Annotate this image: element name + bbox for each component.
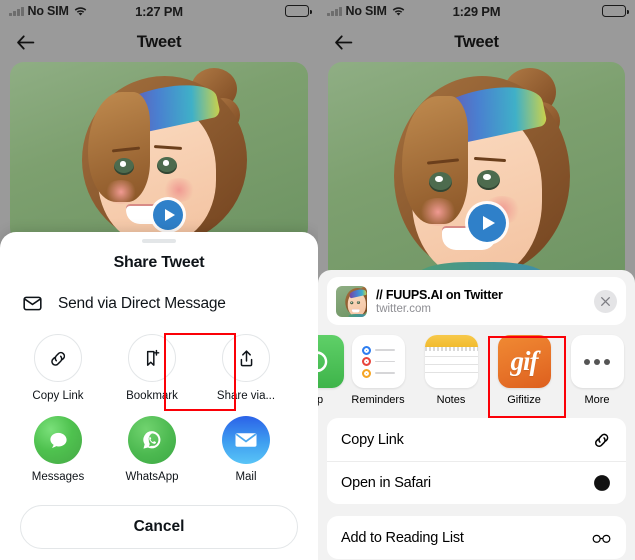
reminders-label: Reminders xyxy=(351,394,405,406)
status-bar-left: No SIM 1:27 PM xyxy=(0,0,318,22)
reminders-share-target[interactable]: Reminders xyxy=(347,335,409,406)
share-via-label: Share via... xyxy=(216,390,276,402)
whatsapp-app-icon xyxy=(128,416,176,464)
activity-list-secondary: Add to Reading List xyxy=(327,516,626,559)
whatsapp-label: pp xyxy=(318,394,324,406)
status-right-group xyxy=(285,5,312,17)
send-via-direct-message-row[interactable]: Send via Direct Message xyxy=(0,272,318,314)
tweet-thumbnail xyxy=(336,285,367,317)
mail-label: Mail xyxy=(235,471,257,483)
share-tweet-sheet: Share Tweet Send via Direct Message Copy… xyxy=(0,232,318,560)
media-container-left xyxy=(0,62,318,242)
status-clock: 1:29 PM xyxy=(452,3,501,19)
gifitize-glyph: gif xyxy=(510,346,539,376)
more-label: More xyxy=(584,394,610,406)
activity-list-primary: Copy Link Open in Safari xyxy=(327,418,626,504)
notes-label: Notes xyxy=(436,394,466,406)
link-icon xyxy=(591,429,612,450)
notes-app-icon xyxy=(424,335,478,388)
media-container-right xyxy=(318,62,635,290)
reminders-app-icon xyxy=(351,335,405,388)
copy-link-row[interactable]: Copy Link xyxy=(327,418,626,461)
bookmark-button[interactable]: Bookmark xyxy=(116,334,188,402)
nav-bar-left: Tweet xyxy=(0,22,318,62)
ios-app-row: pp Reminders xyxy=(318,325,635,406)
share-action-row: Copy Link Bookmark Share via... xyxy=(0,314,318,402)
open-in-safari-label: Open in Safari xyxy=(341,475,431,491)
glasses-icon xyxy=(591,527,612,548)
more-icon xyxy=(570,335,624,388)
link-text-block: // FUUPS.AI on Twitter twitter.com xyxy=(376,288,585,315)
sheet-title: Share Tweet xyxy=(113,254,205,271)
copy-link-label: Copy Link xyxy=(32,390,84,402)
messages-app-icon xyxy=(34,416,82,464)
share-app-row: Messages WhatsApp Mail xyxy=(0,402,318,483)
add-to-reading-list-label: Add to Reading List xyxy=(341,529,464,546)
screenshot-pair: No SIM 1:27 PM Tweet Share Tweet Send vi… xyxy=(0,0,635,560)
safari-icon xyxy=(591,473,612,494)
ios-share-sheet: // FUUPS.AI on Twitter twitter.com pp xyxy=(318,270,635,560)
play-button-icon[interactable] xyxy=(468,204,506,242)
whatsapp-app-icon xyxy=(318,335,344,388)
cancel-button[interactable]: Cancel xyxy=(20,505,298,549)
bookmark-plus-icon xyxy=(128,334,176,382)
girl-illustration xyxy=(328,62,625,290)
open-in-safari-row[interactable]: Open in Safari xyxy=(327,461,626,504)
grabber-handle[interactable] xyxy=(142,239,176,243)
tweet-video-thumbnail[interactable] xyxy=(10,62,308,242)
mail-app-icon xyxy=(222,416,270,464)
left-phone-screen: No SIM 1:27 PM Tweet Share Tweet Send vi… xyxy=(0,0,318,560)
status-clock: 1:27 PM xyxy=(135,3,183,19)
page-title: Tweet xyxy=(136,32,182,51)
whatsapp-share-target[interactable]: WhatsApp xyxy=(116,416,188,483)
right-phone-screen: No SIM 1:29 PM Tweet // FUUPS.AI on Twit… xyxy=(318,0,635,560)
envelope-icon xyxy=(22,293,43,314)
mail-share-target[interactable]: Mail xyxy=(210,416,282,483)
copy-link-label: Copy Link xyxy=(341,431,404,448)
whatsapp-label: WhatsApp xyxy=(125,471,179,483)
share-via-button[interactable]: Share via... xyxy=(210,334,282,402)
gifitize-app-icon: gif xyxy=(497,335,551,388)
messages-label: Messages xyxy=(31,471,85,483)
battery-icon xyxy=(602,5,629,17)
gifitize-label: Gifitize xyxy=(507,394,541,406)
whatsapp-share-target[interactable]: pp xyxy=(318,335,344,406)
close-icon[interactable] xyxy=(594,289,617,313)
status-right-group xyxy=(602,5,629,17)
play-button-icon[interactable] xyxy=(153,200,183,230)
more-share-target[interactable]: More xyxy=(566,335,628,406)
shared-link-card[interactable]: // FUUPS.AI on Twitter twitter.com xyxy=(327,277,626,325)
nav-bar-right: Tweet xyxy=(318,22,635,62)
tweet-video-thumbnail[interactable] xyxy=(328,62,625,290)
status-bar-right: No SIM 1:29 PM xyxy=(318,0,635,22)
copy-link-button[interactable]: Copy Link xyxy=(22,334,94,402)
notes-share-target[interactable]: Notes xyxy=(420,335,482,406)
add-to-reading-list-row[interactable]: Add to Reading List xyxy=(327,516,626,559)
send-via-direct-message-label: Send via Direct Message xyxy=(58,294,226,312)
messages-share-target[interactable]: Messages xyxy=(22,416,94,483)
gifitize-share-target[interactable]: gif Gifitize xyxy=(493,335,555,406)
bookmark-label: Bookmark xyxy=(126,390,178,402)
link-icon xyxy=(34,334,82,382)
share-up-arrow-icon xyxy=(222,334,270,382)
battery-icon xyxy=(285,5,312,17)
link-domain: twitter.com xyxy=(376,302,431,315)
link-title: // FUUPS.AI on Twitter xyxy=(376,287,503,302)
page-title: Tweet xyxy=(454,32,499,51)
